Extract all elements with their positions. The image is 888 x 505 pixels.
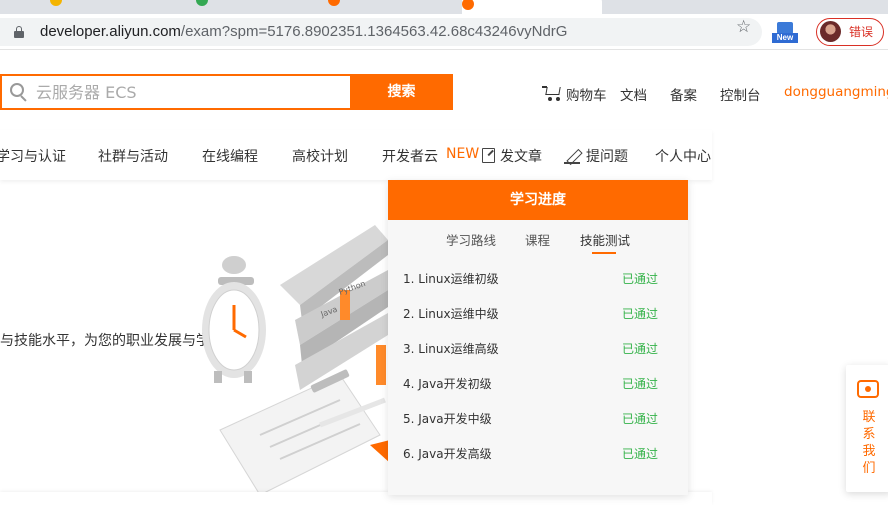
new-badge: NEW (446, 146, 480, 162)
tab-courses[interactable]: 课程 (525, 230, 550, 249)
pen-icon (564, 148, 580, 164)
level-name[interactable]: 6. Java开发高级 (403, 445, 492, 462)
nav-item-campus[interactable]: 高校计划 (292, 146, 348, 166)
nav-item-community[interactable]: 社群与活动 (98, 146, 168, 166)
browser-address-bar: developer.aliyun.com/exam?spm=5176.89023… (0, 14, 888, 50)
panel-title: 学习进度 (388, 180, 688, 220)
tab-favicon-icon (50, 0, 62, 6)
contact-us-widget[interactable]: 联系我们 (846, 365, 888, 492)
ask-question-link[interactable]: 提问题 (564, 146, 628, 166)
extension-badge: New (772, 33, 798, 43)
browser-tab-strip (0, 0, 888, 14)
category-nav: 学习与认证 社群与活动 在线编程 高校计划 开发者云 NEW 发文章 提问题 个… (0, 130, 712, 180)
browser-tab[interactable] (606, 0, 736, 12)
browser-tab[interactable] (50, 0, 190, 12)
hero-illustration: Python Java (202, 225, 390, 495)
cart-link[interactable]: 购物车 (566, 84, 607, 104)
level-name[interactable]: 4. Java开发初级 (403, 375, 492, 392)
url-domain: developer.aliyun.com (40, 23, 181, 40)
level-status: 已通过 (622, 377, 659, 391)
search-icon (10, 83, 28, 102)
browser-tab-active[interactable] (462, 0, 602, 14)
level-name[interactable]: 3. Linux运维高级 (403, 340, 499, 357)
list-item[interactable]: 2. Linux运维中级 已通过 (388, 305, 688, 325)
username-link[interactable]: dongguangming* (784, 84, 888, 100)
tab-favicon-icon (462, 0, 474, 10)
edit-document-icon (482, 148, 495, 163)
profile-error-button[interactable]: 错误 (816, 18, 884, 46)
list-item[interactable]: 6. Java开发高级 已通过 (388, 445, 688, 465)
search-box: 搜索 (0, 74, 453, 110)
search-input[interactable] (36, 81, 346, 103)
level-name[interactable]: 1. Linux运维初级 (403, 270, 499, 287)
personal-center-link[interactable]: 个人中心 (655, 146, 711, 166)
write-article-label: 发文章 (500, 149, 542, 165)
url-field[interactable]: developer.aliyun.com/exam?spm=5176.89023… (0, 18, 762, 46)
tab-favicon-icon (196, 0, 208, 6)
nav-item-dev-cloud[interactable]: 开发者云 (382, 146, 438, 166)
contact-icon (856, 379, 880, 401)
level-name[interactable]: 5. Java开发中级 (403, 410, 492, 427)
filing-link[interactable]: 备案 (670, 84, 697, 104)
ask-question-label: 提问题 (586, 149, 628, 165)
nav-item-online-coding[interactable]: 在线编程 (202, 146, 258, 166)
contact-us-label: 联系我们 (862, 410, 876, 476)
tab-favicon-icon (328, 0, 340, 6)
panel-tabs: 学习路线 课程 技能测试 (388, 230, 688, 254)
write-article-link[interactable]: 发文章 (482, 146, 542, 166)
level-status: 已通过 (622, 412, 659, 426)
console-link[interactable]: 控制台 (720, 84, 761, 104)
level-status: 已通过 (622, 307, 659, 321)
search-button[interactable]: 搜索 (350, 74, 453, 110)
browser-tab[interactable] (196, 0, 321, 12)
error-label: 错误 (849, 25, 874, 39)
cart-icon[interactable] (542, 84, 562, 102)
list-item[interactable]: 3. Linux运维高级 已通过 (388, 340, 688, 360)
list-item[interactable]: 1. Linux运维初级 已通过 (388, 270, 688, 290)
learning-progress-panel: 学习进度 学习路线 课程 技能测试 1. Linux运维初级 已通过 2. Li… (388, 180, 688, 495)
tab-skill-test[interactable]: 技能测试 (580, 230, 630, 249)
active-tab-indicator (592, 252, 616, 254)
docs-link[interactable]: 文档 (620, 84, 647, 104)
tab-learning-path[interactable]: 学习路线 (446, 230, 496, 249)
url-text[interactable]: developer.aliyun.com/exam?spm=5176.89023… (40, 23, 567, 40)
avatar (820, 21, 841, 42)
level-status: 已通过 (622, 342, 659, 356)
nav-item-learning[interactable]: 学习与认证 (0, 146, 66, 166)
level-status: 已通过 (622, 447, 659, 461)
extension-icon[interactable]: New (772, 22, 798, 44)
list-item[interactable]: 4. Java开发初级 已通过 (388, 375, 688, 395)
bookmark-star-icon[interactable]: ☆ (736, 17, 751, 37)
lock-icon[interactable] (14, 26, 24, 38)
browser-tab[interactable] (328, 0, 458, 12)
url-path: /exam?spm=5176.8902351.1364563.42.68c432… (180, 23, 568, 40)
level-name[interactable]: 2. Linux运维中级 (403, 305, 499, 322)
list-item[interactable]: 5. Java开发中级 已通过 (388, 410, 688, 430)
level-status: 已通过 (622, 272, 659, 286)
